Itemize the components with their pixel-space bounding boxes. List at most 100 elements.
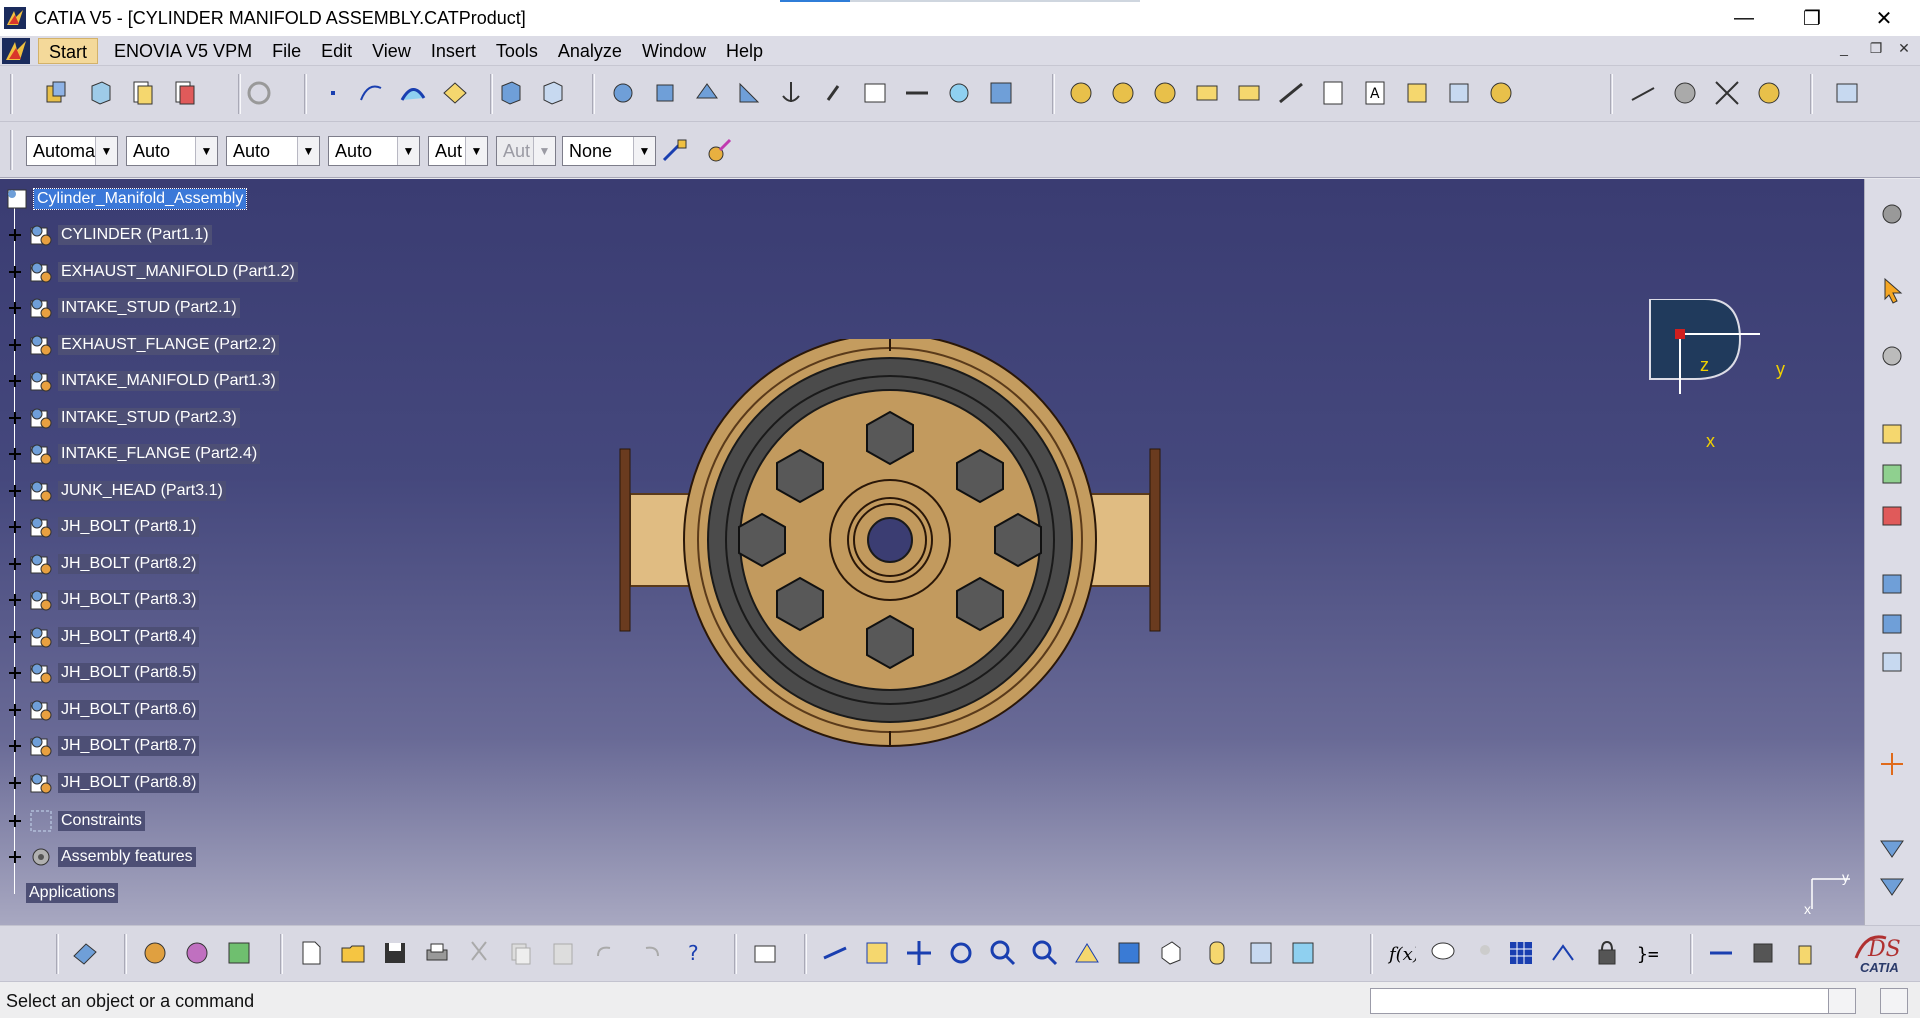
smart-move-icon[interactable] <box>1150 78 1180 108</box>
status-toggle-button[interactable] <box>1828 988 1856 1014</box>
parameters-icon[interactable]: }= <box>1634 938 1664 968</box>
toolbar-grip[interactable] <box>1370 934 1373 974</box>
tree-part-label[interactable]: INTAKE_FLANGE (Part2.4) <box>58 444 261 464</box>
chevron-down-icon[interactable]: ▼ <box>465 137 487 165</box>
menu-tools[interactable]: Tools <box>486 38 548 64</box>
fit-all-icon[interactable] <box>862 938 892 968</box>
zoom-in-icon[interactable] <box>988 938 1018 968</box>
expand-icon[interactable] <box>8 520 22 534</box>
toolbar-grip[interactable] <box>238 74 241 114</box>
bill-of-material-icon[interactable] <box>1318 78 1348 108</box>
close-button[interactable]: ✕ <box>1856 0 1912 36</box>
snap-icon[interactable] <box>1108 78 1138 108</box>
part-icon[interactable] <box>86 78 116 108</box>
expand-icon[interactable] <box>8 593 22 607</box>
anchor-icon[interactable] <box>776 78 806 108</box>
tree-part-label[interactable]: JH_BOLT (Part8.8) <box>58 773 200 793</box>
knowledge-icon[interactable] <box>70 938 100 968</box>
line-thickness-combo[interactable]: Auto ▼ <box>226 136 320 166</box>
formula-icon[interactable]: f(x) <box>1386 938 1416 968</box>
tree-part-label[interactable]: JH_BOLT (Part8.6) <box>58 700 200 720</box>
toolbar-grip[interactable] <box>56 934 59 974</box>
painter-icon[interactable] <box>660 136 690 166</box>
tree-assembly-features-node[interactable]: Assembly features <box>0 844 196 870</box>
update-icon[interactable] <box>244 78 274 108</box>
offset-constraint-icon[interactable] <box>692 78 722 108</box>
cylinder-manifold-model[interactable] <box>600 339 1180 779</box>
tree-part-label[interactable]: JH_BOLT (Part8.7) <box>58 736 200 756</box>
law-icon[interactable] <box>1548 938 1578 968</box>
zoom-out-icon[interactable] <box>1030 938 1060 968</box>
insert-component-icon[interactable] <box>1877 501 1907 531</box>
tree-part-label[interactable]: INTAKE_MANIFOLD (Part1.3) <box>58 371 279 391</box>
replace-component-icon[interactable] <box>1877 569 1907 599</box>
tree-part-node[interactable]: INTAKE_STUD (Part2.1) <box>0 295 240 321</box>
toolbar-grip[interactable] <box>304 74 307 114</box>
change-constraint-icon[interactable] <box>902 78 932 108</box>
insert-part-icon[interactable] <box>1877 459 1907 489</box>
expand-icon[interactable] <box>8 739 22 753</box>
3d-viewport[interactable]: z y x y x <box>0 179 1864 925</box>
expand-icon[interactable] <box>8 411 22 425</box>
tree-part-node[interactable]: JH_BOLT (Part8.1) <box>0 514 200 540</box>
line-icon[interactable] <box>356 78 386 108</box>
comment-icon[interactable] <box>1428 938 1458 968</box>
normal-view-icon[interactable] <box>1072 938 1102 968</box>
redo-icon[interactable] <box>636 938 666 968</box>
expand-icon[interactable] <box>8 814 22 828</box>
chevron-down-icon[interactable]: ▼ <box>633 137 655 165</box>
save-icon[interactable] <box>380 938 410 968</box>
tree-part-node[interactable]: JH_BOLT (Part8.8) <box>0 770 200 796</box>
measure-between-icon[interactable] <box>1628 78 1658 108</box>
toolbar-grip[interactable] <box>10 74 13 114</box>
toolbar-grip[interactable] <box>1610 74 1613 114</box>
tree-part-label[interactable]: CYLINDER (Part1.1) <box>58 225 212 245</box>
weld-icon[interactable] <box>1444 78 1474 108</box>
manipulation-icon[interactable] <box>1066 78 1096 108</box>
line-type-combo[interactable]: Auto ▼ <box>328 136 420 166</box>
menu-view[interactable]: View <box>362 38 421 64</box>
catalog-icon[interactable] <box>1748 938 1778 968</box>
new-file-icon[interactable] <box>296 938 326 968</box>
apply-material-icon[interactable] <box>182 938 212 968</box>
pan-icon[interactable] <box>904 938 934 968</box>
menu-edit[interactable]: Edit <box>311 38 362 64</box>
view-mode-icon[interactable] <box>1202 938 1232 968</box>
toolbar-grip[interactable] <box>1810 74 1813 114</box>
tree-part-node[interactable]: INTAKE_STUD (Part2.3) <box>0 405 240 431</box>
existing-component-icon[interactable] <box>128 78 158 108</box>
expand-icon[interactable] <box>8 776 22 790</box>
toolbar-grip[interactable] <box>1690 934 1693 974</box>
tree-part-node[interactable]: CYLINDER (Part1.1) <box>0 222 212 248</box>
toolbar-grip[interactable] <box>10 130 13 170</box>
tree-part-label[interactable]: INTAKE_STUD (Part2.3) <box>58 408 240 428</box>
generate-numbering-icon[interactable] <box>1877 647 1907 677</box>
contextual-view-2-icon[interactable] <box>1877 871 1907 901</box>
tree-part-label[interactable]: JH_BOLT (Part8.3) <box>58 590 200 610</box>
catalog-browser-icon[interactable] <box>1832 78 1862 108</box>
tree-part-node[interactable]: JH_BOLT (Part8.5) <box>0 660 200 686</box>
toolbar-grip[interactable] <box>734 934 737 974</box>
lock-icon[interactable] <box>1592 938 1622 968</box>
sketcher-icon[interactable] <box>1877 341 1907 371</box>
toolbar-grip[interactable] <box>1052 74 1055 114</box>
toolbar-grip[interactable] <box>280 934 283 974</box>
compass-icon[interactable] <box>1640 299 1790 439</box>
chevron-down-icon[interactable]: ▼ <box>297 137 319 165</box>
tree-applications-node[interactable]: Applications <box>22 880 119 906</box>
print-icon[interactable] <box>422 938 452 968</box>
expand-icon[interactable] <box>8 338 22 352</box>
explode-icon[interactable] <box>1192 78 1222 108</box>
flag-note-icon[interactable] <box>1402 78 1432 108</box>
menu-enovia[interactable]: ENOVIA V5 VPM <box>104 38 262 64</box>
expand-icon[interactable] <box>8 228 22 242</box>
tree-part-node[interactable]: INTAKE_MANIFOLD (Part1.3) <box>0 368 279 394</box>
chevron-down-icon[interactable]: ▼ <box>195 137 217 165</box>
clash-icon[interactable] <box>1276 78 1306 108</box>
fit-all-in-icon[interactable] <box>1712 78 1742 108</box>
expand-icon[interactable] <box>8 630 22 644</box>
product-icon[interactable] <box>42 78 72 108</box>
flexible-rigid-icon[interactable] <box>860 78 890 108</box>
undo-icon[interactable] <box>590 938 620 968</box>
measure-icon[interactable] <box>1706 938 1736 968</box>
